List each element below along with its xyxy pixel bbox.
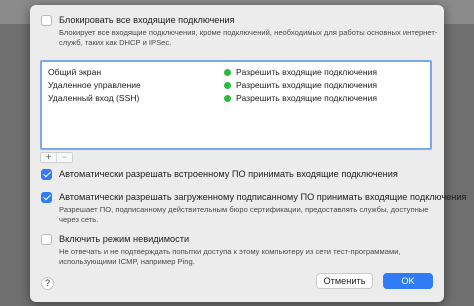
service-name[interactable]: Удаленное управление [48,80,141,90]
list-add-remove-control: + − [40,152,73,163]
service-status-label: Разрешить входящие подключения [236,80,378,90]
block-all-checkbox[interactable] [41,15,52,26]
status-dot-icon [224,81,231,89]
stealth-label: Включить режим невидимости [59,234,190,244]
auto-signed-description-line-2: через сеть. [59,215,99,224]
add-button[interactable]: + [41,153,56,162]
firewall-options-sheet: Блокировать все входящие подключения Бло… [30,5,466,302]
help-button[interactable]: ? [41,277,54,290]
auto-builtin-label: Автоматически разрешать встроенному ПО п… [59,169,398,179]
auto-builtin-checkbox[interactable] [41,169,52,180]
service-status-label: Разрешить входящие подключения [236,67,378,77]
stealth-description-line-1: Не отвечать и не подтверждать попытки до… [59,247,401,256]
auto-signed-row[interactable]: Автоматически разрешать загруженному под… [41,191,466,204]
auto-signed-description-line-1: Разрешает ПО, подписанному действительны… [59,205,429,214]
remove-button[interactable]: − [56,153,72,162]
stealth-description-line-2: использующими ICMP, например Ping. [59,257,195,266]
service-status-label: Разрешить входящие подключения [236,93,378,103]
services-list[interactable]: Общий экран Разрешить входящие подключен… [40,60,432,150]
stealth-row[interactable]: Включить режим невидимости [41,233,189,246]
service-status[interactable]: Разрешить входящие подключения [224,93,377,103]
block-all-label: Блокировать все входящие подключения [59,15,235,25]
ok-button[interactable]: OK [383,273,433,289]
service-name[interactable]: Удаленный вход (SSH) [48,93,139,103]
auto-signed-checkbox[interactable] [41,192,52,203]
auto-signed-label: Автоматически разрешать загруженному под… [59,192,467,202]
cancel-button[interactable]: Отменить [316,273,373,289]
block-all-description-line-1: Блокирует все входящие подключения, кром… [59,28,438,37]
service-status[interactable]: Разрешить входящие подключения [224,67,377,77]
service-status[interactable]: Разрешить входящие подключения [224,80,377,90]
auto-builtin-row[interactable]: Автоматически разрешать встроенному ПО п… [41,168,398,181]
status-dot-icon [224,68,231,76]
block-all-row[interactable]: Блокировать все входящие подключения [41,14,235,27]
status-dot-icon [224,94,231,102]
stealth-checkbox[interactable] [41,234,52,245]
block-all-description-line-2: служб, таких как DHCP и IPSec. [59,38,172,47]
service-name[interactable]: Общий экран [48,67,101,77]
